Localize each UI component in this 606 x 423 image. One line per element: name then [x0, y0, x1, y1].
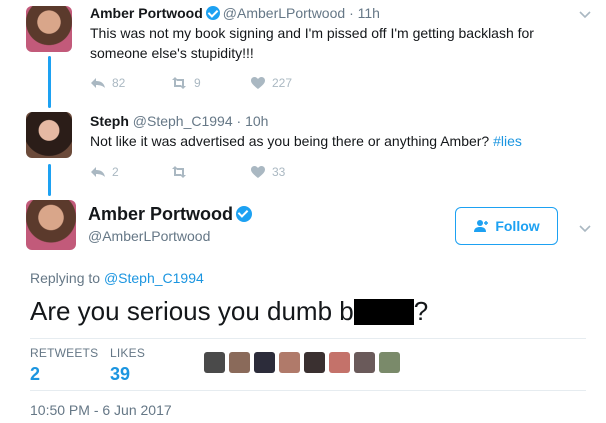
- tweet-text-content: Not like it was advertised as you being …: [90, 133, 490, 149]
- liker-avatar[interactable]: [279, 352, 300, 373]
- avatar[interactable]: [26, 200, 76, 250]
- retweets-label: RETWEETS: [30, 346, 99, 360]
- liker-avatar[interactable]: [204, 352, 225, 373]
- follow-person-icon: [474, 220, 489, 232]
- retweet-button[interactable]: 9: [170, 76, 250, 90]
- liker-avatar[interactable]: [354, 352, 375, 373]
- avatar[interactable]: [26, 6, 72, 52]
- tweet-time[interactable]: · 10h: [237, 113, 269, 129]
- likes-stat[interactable]: LIKES 39: [110, 346, 145, 385]
- liker-avatar[interactable]: [379, 352, 400, 373]
- reply-icon: [91, 78, 105, 88]
- retweets-stat[interactable]: RETWEETS 2: [30, 346, 98, 385]
- reply-button[interactable]: 2: [90, 165, 170, 179]
- retweet-icon: [172, 77, 186, 89]
- main-tweet-text: Are you serious you dumb b?: [30, 296, 428, 327]
- replying-to: Replying to @Steph_C1994: [30, 270, 204, 286]
- follow-button[interactable]: Follow: [455, 207, 558, 245]
- chevron-down-icon[interactable]: [578, 221, 592, 235]
- tweet-text: Not like it was advertised as you being …: [90, 131, 586, 151]
- redaction-bar: [353, 299, 414, 325]
- thread-line-top: [48, 56, 51, 108]
- divider: [30, 390, 586, 391]
- replying-mention[interactable]: @Steph_C1994: [104, 270, 204, 286]
- author-handle[interactable]: @AmberLPortwood: [88, 228, 210, 244]
- author-handle[interactable]: @Steph_C1994: [133, 113, 233, 129]
- author-name[interactable]: Amber Portwood: [88, 204, 255, 225]
- likers-avatars: [204, 352, 400, 373]
- reply-icon: [91, 167, 105, 177]
- chevron-down-icon[interactable]: [578, 7, 592, 21]
- main-text-after: ?: [413, 296, 429, 326]
- tweet-timestamp[interactable]: 10:50 PM - 6 Jun 2017: [30, 402, 172, 418]
- retweets-value: 2: [30, 364, 41, 384]
- author-name-text[interactable]: Amber Portwood: [88, 204, 233, 224]
- author-handle[interactable]: @AmberLPortwood: [223, 5, 345, 21]
- tweet-time[interactable]: · 11h: [349, 5, 380, 21]
- tweet-2-actions: 2 33: [90, 165, 330, 179]
- retweet-icon: [172, 166, 186, 178]
- thread-line-bottom: [48, 164, 51, 196]
- tweet-text: This was not my book signing and I'm pis…: [90, 25, 534, 61]
- tweet-1-actions: 82 9 227: [90, 76, 330, 90]
- like-button[interactable]: 33: [250, 165, 330, 179]
- verified-icon: [236, 206, 253, 222]
- tweet-2[interactable]: Steph @Steph_C1994 · 10h Not like it was…: [90, 113, 586, 151]
- main-text-before: Are you serious you dumb b: [30, 296, 354, 326]
- like-button[interactable]: 227: [250, 76, 330, 90]
- likes-value: 39: [110, 364, 131, 384]
- retweet-button[interactable]: [170, 166, 250, 178]
- like-count: 33: [272, 165, 286, 179]
- liker-avatar[interactable]: [229, 352, 250, 373]
- like-count: 227: [272, 76, 293, 90]
- replying-prefix: Replying to: [30, 270, 101, 286]
- verified-icon: [205, 6, 220, 20]
- author-name[interactable]: Amber Portwood: [90, 5, 203, 21]
- liker-avatar[interactable]: [254, 352, 275, 373]
- reply-button[interactable]: 82: [90, 76, 170, 90]
- likes-label: LIKES: [110, 346, 146, 360]
- reply-count: 82: [112, 76, 126, 90]
- heart-icon: [251, 77, 265, 89]
- liker-avatar[interactable]: [304, 352, 325, 373]
- retweet-count: 9: [194, 76, 201, 90]
- divider: [30, 338, 586, 339]
- follow-label: Follow: [495, 218, 540, 234]
- avatar[interactable]: [26, 112, 72, 158]
- tweet-1[interactable]: Amber Portwood @AmberLPortwood · 11h This…: [90, 5, 586, 63]
- hashtag-link[interactable]: #lies: [493, 133, 522, 149]
- author-name[interactable]: Steph: [90, 113, 129, 129]
- reply-count: 2: [112, 165, 119, 179]
- liker-avatar[interactable]: [329, 352, 350, 373]
- heart-icon: [251, 166, 265, 178]
